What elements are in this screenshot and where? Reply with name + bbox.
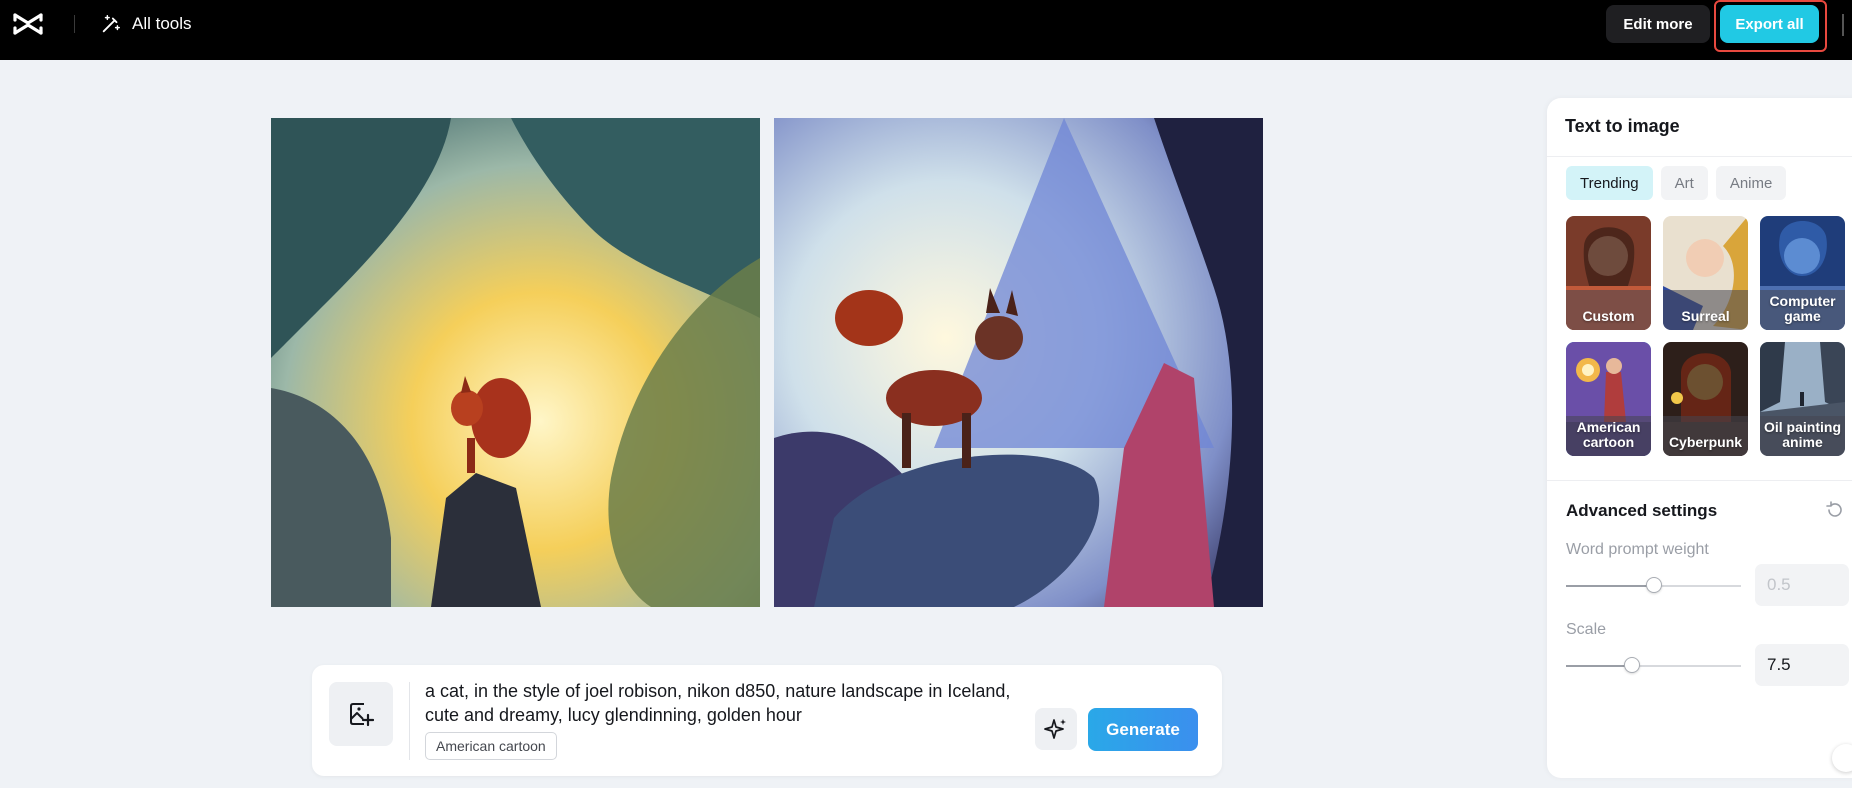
- sparkle-icon: [1044, 719, 1066, 739]
- edit-more-button[interactable]: Edit more: [1606, 5, 1710, 43]
- slider-fill: [1566, 585, 1654, 587]
- style-label: Surreal: [1681, 308, 1730, 324]
- slider-knob[interactable]: [1624, 657, 1640, 673]
- all-tools-button[interactable]: All tools: [100, 12, 192, 36]
- style-label: Computer game: [1769, 293, 1836, 324]
- style-card-american-cartoon[interactable]: American cartoon: [1566, 342, 1651, 456]
- style-category-tabs: Trending Art Anime: [1566, 166, 1787, 200]
- style-card-surreal[interactable]: Surreal: [1663, 216, 1748, 330]
- panel-divider: [1547, 156, 1852, 157]
- style-label: Oil painting anime: [1764, 419, 1841, 450]
- tab-trending[interactable]: Trending: [1566, 166, 1653, 200]
- advanced-settings-title: Advanced settings: [1566, 501, 1718, 520]
- tab-anime[interactable]: Anime: [1715, 166, 1787, 200]
- tab-art[interactable]: Art: [1660, 166, 1708, 200]
- export-all-button[interactable]: Export all: [1720, 5, 1819, 43]
- word-prompt-weight-label: Word prompt weight: [1566, 541, 1709, 558]
- style-card-computer-game[interactable]: Computer game: [1760, 216, 1845, 330]
- prompt-input[interactable]: a cat, in the style of joel robison, nik…: [425, 679, 1025, 727]
- top-bar: All tools Edit more Export all: [0, 0, 1852, 60]
- image-add-icon: [350, 703, 374, 727]
- reset-icon[interactable]: [1825, 500, 1845, 520]
- selected-style-tag[interactable]: American cartoon: [425, 732, 557, 760]
- slider-fill: [1566, 665, 1632, 667]
- style-label: American cartoon: [1576, 419, 1641, 450]
- topbar-divider-right: [1842, 14, 1844, 36]
- help-button[interactable]: [1832, 744, 1852, 772]
- capcut-logo-icon[interactable]: [12, 12, 44, 36]
- topbar-divider: [74, 15, 75, 33]
- scale-slider[interactable]: [1566, 657, 1741, 673]
- add-reference-image-button[interactable]: [329, 682, 393, 746]
- all-tools-label: All tools: [132, 14, 192, 33]
- style-label: Cyberpunk: [1668, 434, 1743, 450]
- style-card-oil-painting-anime[interactable]: Oil painting anime: [1760, 342, 1845, 456]
- style-card-custom[interactable]: Custom: [1566, 216, 1651, 330]
- generated-image-1[interactable]: [271, 118, 760, 607]
- scale-label: Scale: [1566, 621, 1607, 638]
- prompt-divider: [409, 682, 410, 760]
- word-prompt-weight-slider[interactable]: [1566, 577, 1741, 593]
- style-label: Custom: [1582, 308, 1635, 324]
- magic-wand-icon: [102, 15, 120, 33]
- scale-input[interactable]: 7.5: [1755, 644, 1849, 686]
- text-to-image-panel: Text to image Trending Art Anime Custom …: [1547, 98, 1852, 778]
- style-card-cyberpunk[interactable]: Cyberpunk: [1663, 342, 1748, 456]
- style-grid: Custom Surreal Computer game American ca…: [1566, 216, 1845, 456]
- generated-image-2[interactable]: [774, 118, 1263, 607]
- word-prompt-weight-input[interactable]: 0.5: [1755, 564, 1849, 606]
- prompt-bar: a cat, in the style of joel robison, nik…: [312, 665, 1222, 776]
- enhance-prompt-button[interactable]: [1035, 708, 1077, 750]
- panel-divider: [1547, 480, 1852, 481]
- generate-button[interactable]: Generate: [1088, 708, 1198, 751]
- slider-knob[interactable]: [1646, 577, 1662, 593]
- panel-title: Text to image: [1565, 116, 1680, 136]
